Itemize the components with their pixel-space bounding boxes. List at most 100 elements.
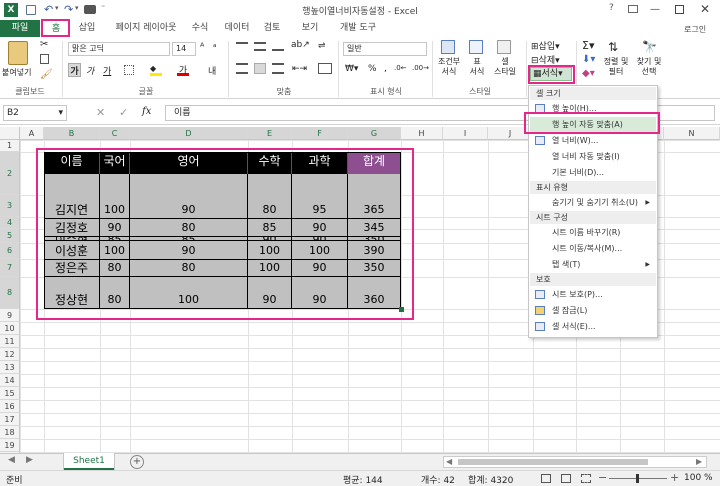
tab-review[interactable]: 검토 — [258, 20, 286, 37]
row-header[interactable]: 16 — [0, 400, 20, 413]
fill-icon[interactable]: ⬇▾ — [582, 54, 595, 65]
wrap-text-icon[interactable]: ⇌ — [318, 41, 326, 51]
column-header[interactable]: I — [443, 127, 488, 140]
row-header[interactable]: 1 — [0, 140, 20, 152]
column-header[interactable]: D — [130, 127, 248, 140]
formula-enter-icon[interactable]: ✓ — [119, 106, 128, 119]
cell-styles-icon[interactable] — [497, 40, 511, 54]
find-select-icon[interactable]: 🔭 — [642, 40, 657, 54]
comma-icon[interactable]: , — [384, 64, 387, 74]
orientation-icon[interactable]: ab↗ — [291, 40, 310, 50]
font-color-icon[interactable]: 가 — [177, 63, 189, 76]
border-icon[interactable] — [124, 65, 134, 75]
insert-cells-button[interactable]: ⊞삽입▾ — [531, 39, 560, 52]
menu-item[interactable]: 탭 색(T) ▶ — [530, 257, 656, 272]
row-header[interactable]: 12 — [0, 348, 20, 361]
save-icon[interactable] — [26, 5, 36, 15]
underline-icon[interactable]: 가 — [103, 64, 111, 77]
next-sheet-icon[interactable]: ▶ — [26, 455, 33, 465]
align-right-icon[interactable] — [272, 63, 284, 74]
redo-icon[interactable]: ↷ — [64, 3, 73, 16]
row-header[interactable]: 7 — [0, 259, 20, 277]
zoom-out-button[interactable]: − — [598, 471, 607, 484]
align-bottom-icon[interactable] — [272, 42, 284, 51]
currency-icon[interactable]: ₩▾ — [345, 64, 358, 74]
scroll-left-icon[interactable]: ◀ — [446, 457, 452, 466]
format-painter-icon[interactable]: 🖌 — [40, 69, 53, 80]
row-header[interactable]: 5 — [0, 229, 20, 243]
scroll-right-icon[interactable]: ▶ — [696, 457, 702, 466]
align-middle-icon[interactable] — [254, 42, 266, 51]
format-as-table-button[interactable]: 표 서식 — [466, 57, 488, 77]
conditional-format-button[interactable]: 조건부 서식 — [436, 57, 462, 77]
normal-view-icon[interactable] — [541, 474, 551, 483]
zoom-slider-thumb[interactable] — [636, 474, 639, 483]
merge-center-icon[interactable] — [318, 63, 332, 74]
row-header[interactable]: 11 — [0, 335, 20, 348]
formula-cancel-icon[interactable]: ✕ — [96, 106, 105, 119]
row-header[interactable]: 2 — [0, 152, 20, 195]
row-header[interactable]: 10 — [0, 322, 20, 335]
row-header[interactable]: 15 — [0, 387, 20, 400]
page-break-view-icon[interactable] — [581, 474, 591, 483]
autosum-icon[interactable]: Σ▾ — [582, 39, 594, 52]
menu-item[interactable]: 열 너비(W)... — [530, 133, 656, 148]
row-header[interactable]: 8 — [0, 277, 20, 309]
paste-button[interactable]: 붙여넣기 — [2, 67, 31, 78]
row-header[interactable]: 19 — [0, 439, 20, 452]
format-as-table-icon[interactable] — [469, 40, 483, 54]
minimize-button[interactable]: — — [650, 4, 660, 15]
row-header[interactable]: 4 — [0, 217, 20, 229]
column-header[interactable]: A — [20, 127, 44, 140]
menu-item[interactable]: 시트 이동/복사(M)... — [530, 241, 656, 256]
tab-developer[interactable]: 개발 도구 — [334, 20, 382, 37]
tab-file[interactable]: 파일 — [0, 20, 40, 37]
column-header[interactable]: E — [248, 127, 292, 140]
column-header[interactable]: G — [348, 127, 401, 140]
row-header[interactable]: 9 — [0, 309, 20, 322]
row-header[interactable]: 14 — [0, 374, 20, 387]
select-all-button[interactable] — [0, 127, 20, 140]
tab-view[interactable]: 보기 — [296, 20, 324, 37]
menu-item[interactable]: 숨기기 및 숨기기 취소(U) ▶ — [530, 195, 656, 210]
grow-font-icon[interactable]: ᴬ — [200, 42, 204, 53]
add-sheet-button[interactable]: + — [130, 455, 144, 469]
name-box[interactable]: B2 ▾ — [3, 105, 67, 121]
increase-decimal-icon[interactable]: .0← — [394, 64, 407, 72]
font-name-box[interactable]: 맑은 고딕 — [68, 42, 170, 56]
maximize-button[interactable] — [675, 5, 684, 14]
paste-icon[interactable] — [8, 41, 28, 65]
phonetic-icon[interactable]: 내 — [208, 64, 216, 77]
cut-icon[interactable]: ✂ — [40, 39, 48, 50]
row-header[interactable]: 3 — [0, 195, 20, 217]
redo-dropdown-icon[interactable]: ▾ — [75, 4, 79, 12]
sort-filter-button[interactable]: 정렬 및 필터 — [601, 57, 631, 77]
decrease-decimal-icon[interactable]: .00→ — [412, 64, 429, 72]
camera-icon[interactable] — [84, 5, 96, 14]
column-header[interactable]: C — [100, 127, 130, 140]
zoom-level[interactable]: 100 % — [684, 473, 713, 483]
tab-page-layout[interactable]: 페이지 레이아웃 — [108, 20, 184, 37]
italic-icon[interactable]: 가 — [86, 64, 94, 77]
number-format-box[interactable]: 일반 — [343, 42, 427, 56]
shrink-font-icon[interactable]: ᵃ — [213, 43, 217, 53]
scroll-thumb[interactable] — [458, 459, 648, 465]
align-left-icon[interactable] — [236, 63, 248, 74]
undo-dropdown-icon[interactable]: ▾ — [55, 4, 59, 12]
tab-formulas[interactable]: 수식 — [186, 20, 214, 37]
ribbon-display-icon[interactable] — [628, 5, 638, 13]
row-header[interactable]: 13 — [0, 361, 20, 374]
menu-item[interactable]: 시트 보호(P)... — [530, 287, 656, 302]
menu-item[interactable]: 셀 서식(E)... — [530, 319, 656, 334]
horizontal-scrollbar[interactable]: ◀ ▶ — [443, 456, 707, 468]
cell-styles-button[interactable]: 셀 스타일 — [489, 57, 521, 77]
percent-icon[interactable]: % — [368, 64, 377, 74]
row-header[interactable]: 18 — [0, 426, 20, 439]
user-signin[interactable]: 로그인 — [684, 24, 706, 35]
menu-item[interactable]: 시트 이름 바꾸기(R) — [530, 225, 656, 240]
row-header[interactable]: 17 — [0, 413, 20, 426]
column-header[interactable]: H — [401, 127, 443, 140]
column-header[interactable]: N — [664, 127, 720, 140]
sort-filter-icon[interactable]: ⇅ — [608, 40, 618, 54]
qat-customize-icon[interactable]: ⁼ — [101, 3, 105, 12]
